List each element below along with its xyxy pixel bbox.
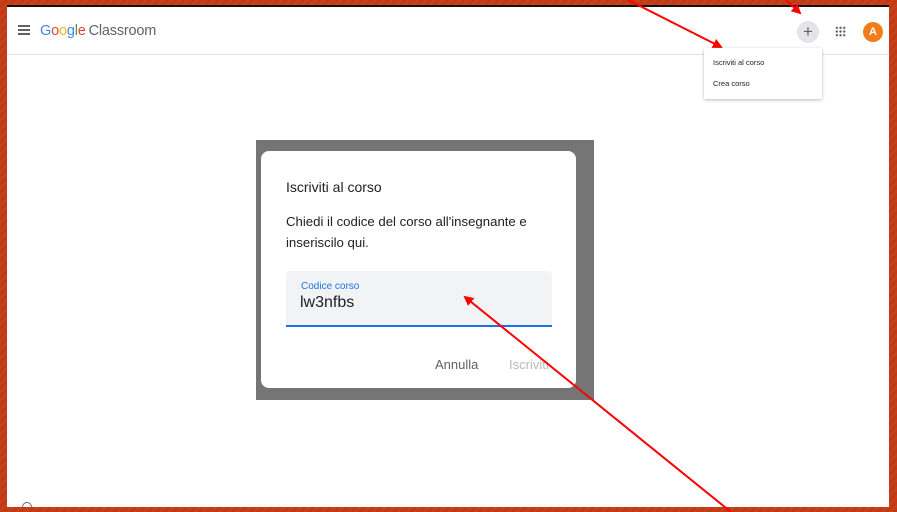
avatar[interactable]: A (863, 22, 883, 42)
dialog-title: Iscriviti al corso (286, 179, 382, 195)
cancel-button[interactable]: Annulla (435, 357, 478, 372)
logo-letter: g (66, 23, 75, 39)
menu-item-create-course[interactable]: Crea corso (713, 79, 750, 88)
hamburger-menu-icon[interactable] (18, 25, 30, 35)
product-name: Classroom (88, 23, 157, 39)
menu-item-join-course[interactable]: Iscriviti al corso (713, 58, 764, 67)
logo-letter: o (51, 23, 59, 39)
logo-letter: G (40, 23, 52, 39)
course-code-input[interactable]: lw3nfbs (300, 294, 354, 312)
logo-letter: o (58, 23, 67, 39)
add-menu: Iscriviti al corso Crea corso (704, 48, 822, 99)
join-button[interactable]: Iscriviti (509, 357, 549, 372)
apps-grid-icon[interactable] (835, 26, 846, 37)
classroom-logo[interactable]: Google Classroom (40, 23, 156, 39)
course-code-field[interactable]: Codice corso lw3nfbs (286, 271, 552, 327)
logo-letter: e (77, 23, 86, 39)
help-icon[interactable] (22, 502, 32, 507)
course-code-label: Codice corso (301, 281, 360, 292)
plus-icon[interactable]: + (797, 21, 819, 43)
dialog-description: Chiedi il codice del corso all'insegnant… (286, 214, 527, 250)
join-course-dialog: Iscriviti al corso Chiedi il codice del … (261, 151, 576, 388)
browser-frame: Google Classroom + A Iscriviti al corso C… (7, 5, 889, 507)
